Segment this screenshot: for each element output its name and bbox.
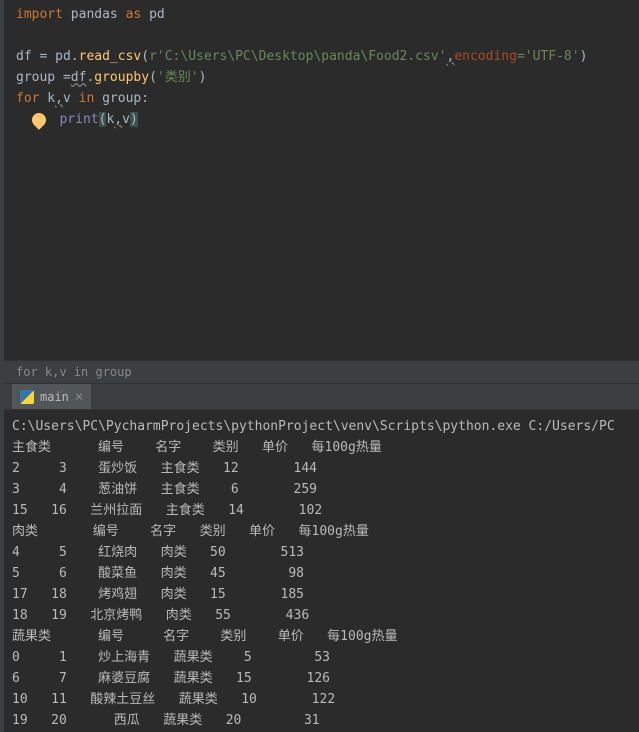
keyword-in: in	[79, 91, 95, 106]
code-line[interactable]: group =df.groupby('类别')	[16, 67, 627, 88]
paren-close: )	[130, 112, 138, 127]
tab-label: main	[40, 390, 69, 404]
code-line[interactable]: print(k,v)	[16, 109, 627, 130]
code-line[interactable]: for k,v in group:	[16, 88, 627, 109]
var-group: group	[16, 70, 63, 85]
console-row: 4 5 红烧肉 肉类 50 513	[12, 542, 639, 563]
python-icon	[20, 390, 34, 404]
string-utf8: ='UTF-8'	[517, 49, 580, 64]
paren: )	[580, 49, 588, 64]
var-group-ref: group:	[94, 91, 149, 106]
console-row: 18 19 北京烤鸭 肉类 55 436	[12, 605, 639, 626]
code-line[interactable]: df = pd.read_csv(r'C:\Users\PC\Desktop\p…	[16, 46, 627, 67]
code-line[interactable]: import pandas as pd	[16, 4, 627, 25]
comma: ,	[55, 91, 63, 106]
pd-ref: pd.	[55, 49, 78, 64]
console-header: 肉类 编号 名字 类别 单价 每100g热量	[12, 521, 639, 542]
df-ref: df	[71, 70, 87, 85]
builtin-print: print	[59, 112, 98, 127]
arg-v: v	[122, 112, 130, 127]
keyword-import: import	[16, 7, 63, 22]
keyword-as: as	[126, 7, 142, 22]
console-row: 2 3 蛋炒饭 主食类 12 144	[12, 458, 639, 479]
console-row: 0 1 炒上海青 蔬果类 5 53	[12, 647, 639, 668]
close-icon[interactable]: ×	[75, 389, 83, 405]
string-path: r'C:\Users\PC\Desktop\panda\Food2.csv'	[149, 49, 446, 64]
console-row: 5 6 酸菜鱼 肉类 45 98	[12, 563, 639, 584]
breadcrumb[interactable]: for k,v in group	[4, 360, 639, 384]
param-encoding: encoding	[454, 49, 517, 64]
string-category: '类别'	[157, 70, 199, 85]
console-row: 6 7 麻婆豆腐 蔬果类 15 126	[12, 668, 639, 689]
paren: )	[199, 70, 207, 85]
operator: =	[63, 70, 71, 85]
keyword-for: for	[16, 91, 39, 106]
breadcrumb-text: for k,v in group	[16, 365, 132, 379]
console-row: 17 18 烤鸡翅 肉类 15 185	[12, 584, 639, 605]
run-tab-bar: main ×	[4, 384, 639, 410]
console-output[interactable]: C:\Users\PC\PycharmProjects\pythonProjec…	[4, 410, 639, 732]
func-groupby: groupby	[94, 70, 149, 85]
console-row: 19 20 西瓜 蔬果类 20 31	[12, 710, 639, 731]
paren: (	[141, 49, 149, 64]
module-pandas: pandas	[63, 7, 126, 22]
var-df: df	[16, 49, 39, 64]
code-line[interactable]	[16, 25, 627, 46]
func-readcsv: read_csv	[79, 49, 142, 64]
tab-main[interactable]: main ×	[12, 384, 91, 409]
var-k: k	[39, 91, 55, 106]
console-row: 3 4 葱油饼 主食类 6 259	[12, 479, 639, 500]
console-row: 10 11 酸辣土豆丝 蔬果类 10 122	[12, 689, 639, 710]
paren: (	[149, 70, 157, 85]
console-header: 蔬果类 编号 名字 类别 单价 每100g热量	[12, 626, 639, 647]
console-path: C:\Users\PC\PycharmProjects\pythonProjec…	[12, 416, 639, 437]
alias-pd: pd	[141, 7, 164, 22]
lightbulb-icon[interactable]	[29, 110, 49, 130]
comma: ,	[114, 112, 122, 127]
code-editor[interactable]: import pandas as pd df = pd.read_csv(r'C…	[4, 0, 639, 360]
console-header: 主食类 编号 名字 类别 单价 每100g热量	[12, 437, 639, 458]
var-v: v	[63, 91, 79, 106]
operator: =	[39, 49, 55, 64]
console-row: 15 16 兰州拉面 主食类 14 102	[12, 500, 639, 521]
